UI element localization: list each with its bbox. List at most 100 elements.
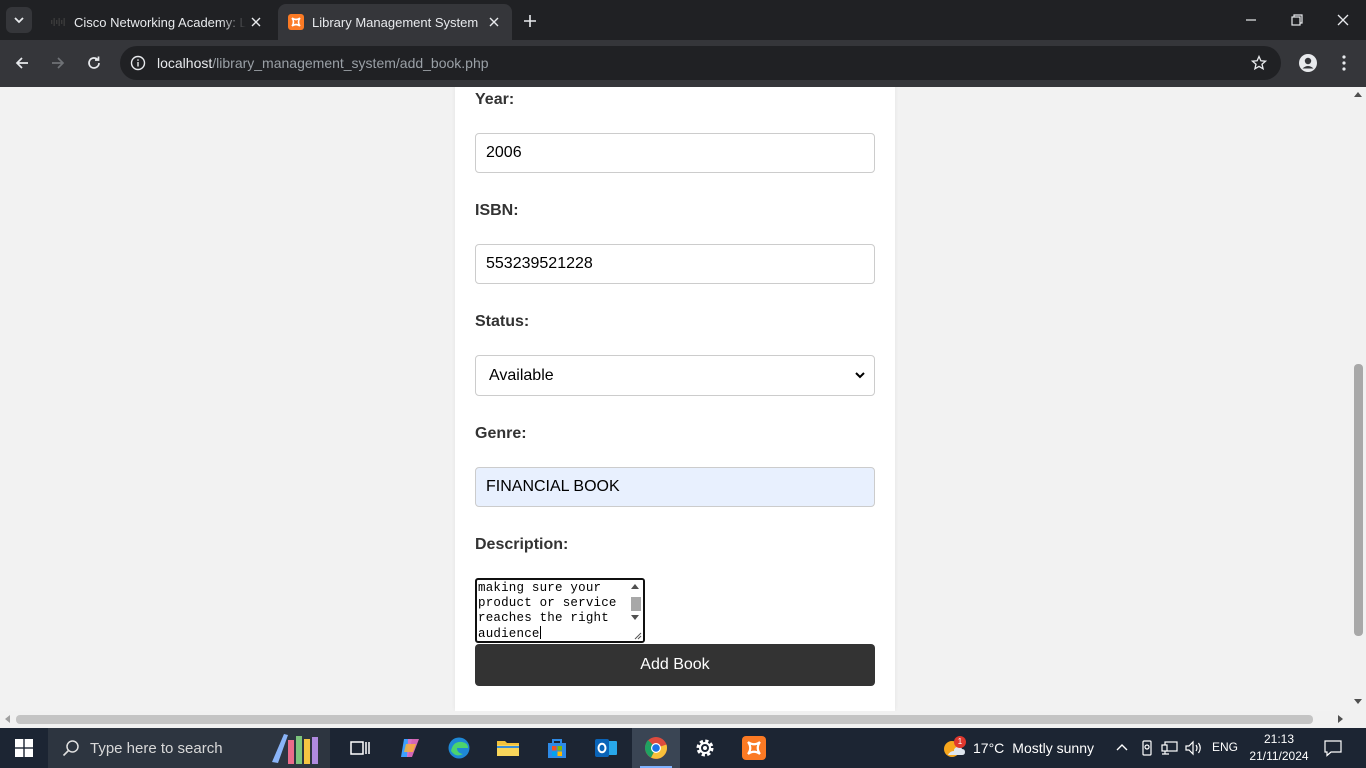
restore-button[interactable] — [1274, 0, 1320, 40]
page-horizontal-scrollbar[interactable] — [0, 711, 1350, 728]
page-viewport: Year: ISBN: Status: Available Genre: Des… — [0, 87, 1350, 711]
weather-widget[interactable]: 1 17°C Mostly sunny — [940, 728, 1094, 768]
plus-icon — [524, 15, 536, 27]
outlook-icon — [595, 739, 617, 757]
copilot-icon — [401, 739, 419, 757]
show-hidden-icons-button[interactable] — [1112, 738, 1132, 758]
taskbar-clock[interactable]: 21:13 21/11/2024 — [1248, 731, 1310, 765]
close-icon — [1337, 14, 1349, 26]
notification-icon — [1324, 740, 1342, 757]
windows-logo-icon — [15, 739, 33, 757]
page-vertical-scrollbar[interactable] — [1350, 87, 1366, 711]
close-icon[interactable] — [246, 12, 266, 32]
chrome-icon — [644, 737, 668, 759]
tab-title: Cisco Networking Academy: Lea — [74, 14, 246, 30]
resize-grip-icon[interactable] — [632, 630, 642, 640]
taskbar-xampp[interactable] — [730, 728, 778, 768]
store-icon — [548, 739, 566, 758]
status-select[interactable]: Available — [475, 355, 875, 396]
taskbar-settings[interactable] — [681, 728, 729, 768]
reload-icon — [88, 56, 100, 69]
bookmark-star-icon[interactable] — [1249, 53, 1269, 73]
taskbar-copilot[interactable] — [386, 728, 434, 768]
vertical-scroll-thumb[interactable] — [1354, 364, 1363, 636]
description-partial-line: g — [478, 578, 555, 580]
windows-taskbar: Type here to search 1 17°C Mostly sunny — [0, 728, 1366, 768]
clock-date: 21/11/2024 — [1249, 749, 1309, 763]
input-language[interactable]: ENG — [1212, 740, 1238, 754]
tray-volume-icon[interactable] — [1184, 738, 1204, 758]
search-highlight-books-icon — [272, 734, 318, 764]
new-tab-button[interactable] — [518, 9, 542, 33]
window-close-button[interactable] — [1320, 0, 1366, 40]
description-textarea[interactable]: g making sure your product or service re… — [475, 578, 645, 643]
minimize-icon — [1246, 19, 1256, 21]
scroll-right-arrow-icon[interactable] — [1338, 715, 1343, 723]
chevron-up-icon — [1116, 744, 1128, 751]
genre-label: Genre: — [475, 425, 527, 442]
taskbar-search-box[interactable]: Type here to search — [48, 728, 330, 768]
scroll-up-arrow-icon[interactable] — [1354, 92, 1362, 97]
start-button[interactable] — [0, 728, 48, 768]
taskbar-edge[interactable] — [435, 728, 483, 768]
url-path: /library_management_system/add_book.php — [212, 55, 489, 71]
clock-time: 21:13 — [1263, 732, 1295, 746]
browser-tab-strip: Cisco Networking Academy: Lea Library Ma… — [0, 0, 1366, 40]
profile-icon — [1299, 54, 1317, 72]
description-value: making sure your product or service reac… — [478, 581, 617, 641]
genre-input[interactable] — [475, 467, 875, 507]
browser-toolbar: localhost/library_management_system/add_… — [0, 40, 1366, 87]
device-icon — [1142, 740, 1152, 756]
edge-icon — [448, 737, 470, 759]
scroll-down-arrow-icon[interactable] — [1354, 699, 1362, 704]
isbn-label: ISBN: — [475, 202, 519, 219]
tab-cisco[interactable]: Cisco Networking Academy: Lea — [40, 4, 274, 40]
address-bar[interactable]: localhost/library_management_system/add_… — [120, 46, 1281, 80]
scroll-down-arrow-icon[interactable] — [631, 615, 639, 620]
horizontal-scroll-thumb[interactable] — [16, 715, 1313, 724]
add-book-button[interactable]: Add Book — [475, 644, 875, 686]
isbn-input[interactable] — [475, 244, 875, 284]
description-text: g making sure your product or service re… — [478, 578, 628, 641]
browser-menu-button[interactable] — [1330, 49, 1358, 77]
weather-temperature: 17°C — [973, 740, 1005, 756]
xampp-icon — [288, 14, 304, 30]
taskbar-task-view[interactable] — [336, 728, 384, 768]
url-host: localhost — [157, 55, 213, 71]
status-selected-value: Available — [489, 366, 554, 384]
site-info-icon[interactable] — [128, 53, 148, 73]
add-book-form: Year: ISBN: Status: Available Genre: Des… — [455, 87, 895, 711]
tab-search-button[interactable] — [6, 7, 32, 33]
taskbar-outlook[interactable] — [582, 728, 630, 768]
tray-network-icon[interactable] — [1160, 738, 1180, 758]
profile-button[interactable] — [1294, 49, 1322, 77]
minimize-button[interactable] — [1228, 0, 1274, 40]
scroll-left-arrow-icon[interactable] — [5, 715, 10, 723]
chevron-down-icon — [14, 17, 24, 24]
weather-condition: Mostly sunny — [1012, 740, 1094, 756]
tab-title: Library Management System — [312, 14, 479, 30]
tray-device-icon[interactable] — [1137, 738, 1157, 758]
url-text: localhost/library_management_system/add_… — [157, 55, 489, 71]
taskbar-chrome[interactable] — [632, 728, 680, 768]
taskbar-file-explorer[interactable] — [484, 728, 532, 768]
search-icon — [62, 740, 79, 757]
forward-button[interactable] — [44, 49, 72, 77]
restore-icon — [1291, 14, 1303, 26]
chevron-down-icon — [855, 372, 865, 379]
arrow-right-icon — [52, 57, 65, 69]
year-input[interactable] — [475, 133, 875, 173]
scrollbar-corner — [1350, 711, 1366, 728]
xampp-icon — [742, 736, 766, 760]
taskbar-microsoft-store[interactable] — [533, 728, 581, 768]
close-icon[interactable] — [484, 12, 504, 32]
back-button[interactable] — [8, 49, 36, 77]
reload-button[interactable] — [80, 49, 108, 77]
textarea-scroll-thumb[interactable] — [631, 597, 641, 611]
status-label: Status: — [475, 313, 530, 330]
arrow-left-icon — [15, 57, 28, 69]
tab-library-management[interactable]: Library Management System — [278, 4, 512, 40]
folder-icon — [497, 741, 519, 756]
scroll-up-arrow-icon[interactable] — [631, 584, 639, 589]
notifications-button[interactable] — [1323, 738, 1343, 758]
